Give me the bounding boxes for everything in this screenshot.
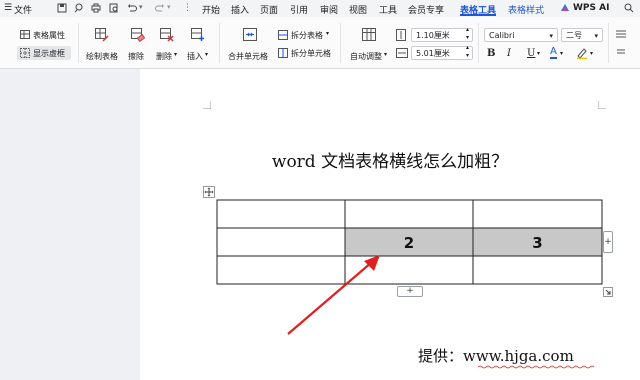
split-table-icon [278, 30, 288, 40]
draw-table-icon [95, 28, 109, 42]
table-properties-button[interactable]: 表格属性 [33, 30, 65, 41]
autofit-icon [362, 28, 376, 41]
font-family-select[interactable]: Calibri ▾ [484, 28, 558, 42]
add-row-button[interactable]: + [397, 286, 423, 297]
document-title: word 文档表格横线怎么加粗？ [271, 152, 509, 172]
italic-button[interactable]: I [507, 48, 511, 59]
show-gridlines-toggle[interactable]: 显示虚框 [17, 46, 71, 60]
row-height-icon [396, 29, 406, 41]
separator [478, 23, 479, 63]
show-gridlines-label: 显示虚框 [33, 49, 65, 58]
export-icon[interactable] [74, 3, 84, 13]
tab-page[interactable]: 页面 [260, 3, 278, 16]
row-height-value: 1.10厘米 [416, 31, 450, 40]
tab-view[interactable]: 视图 [349, 3, 367, 16]
autofit-dropdown-icon[interactable]: ▾ [384, 51, 387, 58]
search-icon[interactable] [624, 3, 634, 13]
tab-review[interactable]: 审阅 [320, 3, 338, 16]
save-icon[interactable] [57, 3, 67, 13]
ribbon: 表格属性 显示虚框 绘制表格 擦除 删除 ▾ 插入 ▾ 合并单元格 拆分表格 ▾… [0, 17, 640, 69]
credit-text: 提供：www.hjga.com [418, 345, 574, 366]
split-table-button[interactable]: 拆分表格 [291, 30, 323, 41]
menu-bar: ☰ 文件 ▾ ▾ ⋮ 开始 插入 页面 引用 审阅 视图 工具 会员专享 表格工… [0, 0, 640, 17]
more-icon[interactable]: ⋮ [183, 3, 192, 13]
draw-table-button[interactable]: 绘制表格 [86, 51, 118, 62]
tab-references[interactable]: 引用 [290, 3, 308, 16]
credit-label: 提供： [418, 347, 464, 365]
merge-cells-button[interactable]: 合并单元格 [228, 51, 268, 62]
spellcheck-underline [478, 365, 595, 369]
delete-dropdown-icon[interactable]: ▾ [174, 51, 177, 58]
separator [608, 23, 609, 63]
wps-ai-icon [561, 4, 569, 11]
tab-member[interactable]: 会员专享 [408, 3, 444, 16]
paragraph-icon[interactable] [615, 47, 627, 59]
print-icon[interactable] [91, 3, 101, 13]
highlight-icon[interactable] [576, 47, 588, 59]
align-icon[interactable] [615, 28, 627, 40]
font-size-select[interactable]: 二号 ▾ [561, 28, 603, 42]
menu-icon[interactable]: ☰ [4, 3, 12, 13]
row-height-stepper-icon[interactable]: ▴ ▾ [466, 26, 469, 42]
separator [340, 23, 341, 63]
table-cell-3[interactable]: 3 [473, 229, 602, 257]
row-height-field[interactable]: 1.10厘米 ▴ ▾ [411, 26, 473, 42]
font-size-value: 二号 [566, 31, 582, 40]
active-tab-indicator [460, 14, 496, 16]
autofit-button[interactable]: 自动调整 [350, 51, 382, 62]
underline-dropdown-icon[interactable]: ▾ [537, 50, 540, 57]
credit-url[interactable]: www.hjga.com [463, 347, 574, 366]
table-resize-handle-icon[interactable] [603, 287, 613, 297]
tab-insert[interactable]: 插入 [231, 3, 249, 16]
tab-table-style[interactable]: 表格样式 [508, 3, 544, 16]
tab-start[interactable]: 开始 [202, 3, 220, 16]
left-panel [0, 69, 140, 380]
annotation-arrow [287, 255, 380, 335]
column-width-value: 5.01厘米 [416, 49, 450, 58]
separator [78, 23, 79, 63]
underline-button[interactable]: U [527, 48, 535, 59]
menu-file[interactable]: 文件 [14, 3, 32, 16]
eraser-button[interactable]: 擦除 [128, 51, 144, 62]
tab-tools[interactable]: 工具 [379, 3, 397, 16]
wps-ai-button[interactable]: WPS AI [573, 3, 609, 13]
margin-mark-top-right [598, 101, 606, 109]
delete-table-icon [160, 28, 174, 42]
column-width-field[interactable]: 5.01厘米 ▴ ▾ [411, 44, 473, 60]
bold-button[interactable]: B [487, 48, 495, 59]
column-width-icon [396, 48, 408, 58]
insert-dropdown-icon[interactable]: ▾ [205, 51, 208, 58]
undo-icon[interactable] [127, 3, 137, 13]
insert-table-icon [191, 28, 204, 41]
split-cells-button[interactable]: 拆分单元格 [291, 48, 331, 59]
font-color-button[interactable]: A [550, 47, 557, 59]
gridlines-icon [20, 48, 30, 58]
undo-dropdown-icon[interactable]: ▾ [139, 3, 143, 11]
preview-icon[interactable] [109, 3, 119, 13]
eraser-icon [131, 28, 145, 42]
table-properties-icon [20, 30, 30, 39]
column-width-stepper-icon[interactable]: ▴ ▾ [466, 44, 469, 60]
redo-dropdown-icon[interactable]: ▾ [167, 3, 171, 11]
font-size-dropdown-icon: ▾ [594, 32, 598, 40]
margin-mark-top-left [203, 101, 211, 109]
separator [219, 23, 220, 63]
add-column-button[interactable]: + [603, 231, 613, 253]
split-table-dropdown-icon[interactable]: ▾ [326, 30, 329, 37]
table-move-handle-icon[interactable] [203, 186, 215, 198]
insert-button[interactable]: 插入 [187, 51, 203, 62]
split-cells-icon [278, 48, 288, 58]
merge-cells-icon [243, 28, 257, 41]
redo-icon[interactable] [155, 3, 165, 13]
font-color-dropdown-icon[interactable]: ▾ [560, 50, 563, 57]
font-family-dropdown-icon: ▾ [549, 32, 553, 40]
font-family-value: Calibri [489, 31, 515, 40]
highlight-dropdown-icon[interactable]: ▾ [590, 50, 593, 57]
delete-button[interactable]: 删除 [156, 51, 172, 62]
